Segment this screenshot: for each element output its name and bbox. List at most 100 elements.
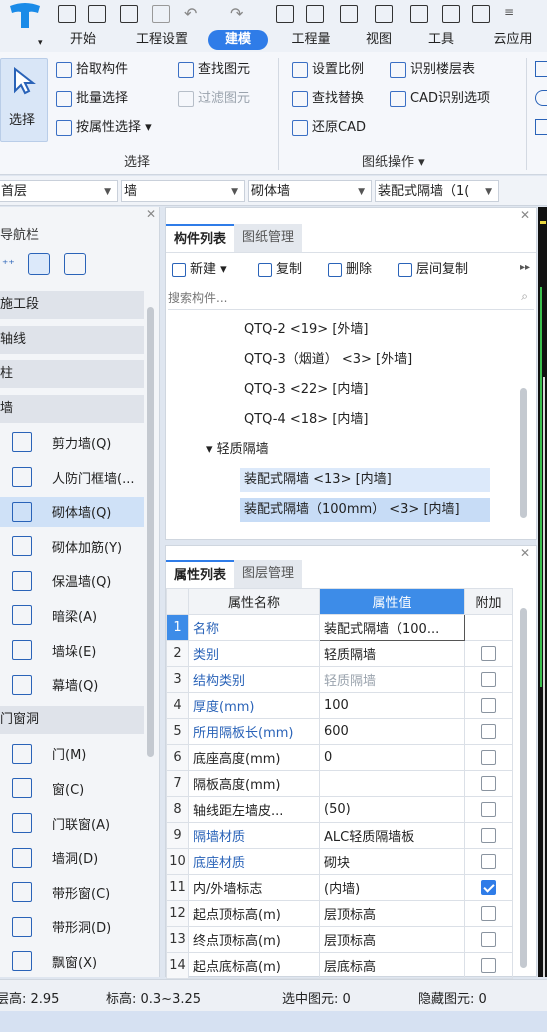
nav-item[interactable]: 窗(C) <box>0 773 144 803</box>
tab-modeling[interactable]: 建模 <box>208 30 268 50</box>
restore-cad-button[interactable]: 还原CAD <box>292 118 366 138</box>
extra-checkbox[interactable] <box>481 672 496 687</box>
property-row[interactable]: 5 所用隔板长(mm) 600 <box>166 718 513 745</box>
group-label-drawing[interactable]: 图纸操作 ▾ <box>362 151 425 170</box>
more-tools-icon[interactable] <box>535 61 547 77</box>
drawing-canvas-edge[interactable] <box>538 207 547 977</box>
close-icon[interactable]: ✕ <box>520 546 530 560</box>
extra-checkbox[interactable] <box>481 776 496 791</box>
nav-category[interactable]: 墙 <box>0 394 144 423</box>
property-row[interactable]: 7 隔板高度(mm) <box>166 770 513 797</box>
extra-checkbox[interactable] <box>481 802 496 817</box>
component-select[interactable]: 装配式隔墙（1(▼ <box>375 180 499 202</box>
nav-category[interactable]: 轴线 <box>0 325 144 354</box>
nav-item[interactable]: 幕墙(Q) <box>0 670 144 700</box>
extra-checkbox[interactable] <box>481 906 496 921</box>
nav-item[interactable]: 墙洞(D) <box>0 843 144 873</box>
copy-button[interactable]: 复制 <box>258 260 302 280</box>
property-row[interactable]: 9 隔墙材质 ALC轻质隔墙板 <box>166 822 513 849</box>
property-value[interactable]: 轻质隔墙 <box>319 640 465 667</box>
property-value[interactable]: 层底标高 <box>319 952 465 979</box>
find-element-button[interactable]: 查找图元 <box>178 60 250 80</box>
extra-checkbox[interactable] <box>481 958 496 973</box>
sum-icon[interactable] <box>276 5 294 23</box>
floor-select[interactable]: 首层 ▼ <box>0 180 118 202</box>
filter-element-button[interactable]: 过滤图元 <box>178 89 250 109</box>
tree-item[interactable]: 装配式隔墙（100mm） <3> [内墙] <box>240 498 490 522</box>
customize-toolbar-icon[interactable]: ≡ <box>504 5 514 19</box>
property-row[interactable]: 1 名称 装配式隔墙（100... <box>166 614 513 641</box>
tab-quantity[interactable]: 工程量 <box>282 30 340 50</box>
tab-property-list[interactable]: 属性列表 <box>166 560 235 588</box>
extra-checkbox[interactable] <box>481 750 496 765</box>
tree-item[interactable]: 装配式隔墙 <13> [内墙] <box>240 468 490 492</box>
nav-category[interactable]: 门窗洞 <box>0 706 144 735</box>
extra-checkbox[interactable] <box>481 724 496 739</box>
extra-checkbox[interactable] <box>481 854 496 869</box>
find-replace-button[interactable]: 查找替换 <box>292 89 364 109</box>
layout-icon[interactable] <box>375 5 393 23</box>
nav-item[interactable]: 保温墙(Q) <box>0 566 144 596</box>
property-value[interactable]: 100 <box>319 692 465 719</box>
new-component-button[interactable]: 新建 ▾ <box>172 260 227 280</box>
print-icon[interactable] <box>152 5 170 23</box>
expand-icon[interactable]: ⁺⁺ <box>2 257 15 271</box>
nav-item[interactable]: 带形窗(C) <box>0 877 144 907</box>
property-value[interactable]: 轻质隔墙 <box>319 666 465 693</box>
tab-component-list[interactable]: 构件列表 <box>166 224 235 252</box>
extra-checkbox[interactable] <box>481 880 496 895</box>
property-value[interactable]: 层顶标高 <box>319 926 465 953</box>
save-icon[interactable] <box>58 5 76 23</box>
nav-item[interactable]: 带形洞(D) <box>0 912 144 942</box>
nav-item[interactable]: 飘窗(X) <box>0 946 144 976</box>
table-icon[interactable] <box>442 5 460 23</box>
close-icon[interactable]: ✕ <box>520 208 530 222</box>
undo-icon[interactable]: ↶ <box>184 4 197 23</box>
property-row[interactable]: 13 终点顶标高(m) 层顶标高 <box>166 926 513 953</box>
new-file-icon[interactable] <box>88 5 106 23</box>
property-row[interactable]: 14 起点底标高(m) 层底标高 <box>166 952 513 979</box>
nav-item[interactable]: 砌体墙(Q) <box>0 496 144 527</box>
property-value[interactable]: 600 <box>319 718 465 745</box>
redo-icon[interactable]: ↷ <box>230 4 243 23</box>
detail-view-icon[interactable] <box>64 253 86 275</box>
nav-item[interactable]: 门联窗(A) <box>0 808 144 838</box>
tree-item[interactable]: QTQ-4 <18> [内墙] <box>244 408 368 432</box>
grid-icon[interactable] <box>340 5 358 23</box>
pick-component-button[interactable]: 拾取构件 <box>56 60 128 80</box>
property-value[interactable]: 砌块 <box>319 848 465 875</box>
property-row[interactable]: 11 内/外墙标志 (内墙) <box>166 874 513 901</box>
nav-item[interactable]: 墙垛(E) <box>0 635 144 665</box>
property-value[interactable]: (内墙) <box>319 874 465 901</box>
search-box[interactable]: ⌕ <box>168 288 534 310</box>
extra-checkbox[interactable] <box>481 828 496 843</box>
extra-checkbox[interactable] <box>481 646 496 661</box>
logo-dropdown-icon[interactable]: ▾ <box>38 38 43 48</box>
tab-cloud-app[interactable]: 云应用 <box>482 30 544 50</box>
extra-checkbox[interactable] <box>481 932 496 947</box>
close-icon[interactable]: ✕ <box>146 207 156 221</box>
tab-start[interactable]: 开始 <box>60 30 106 50</box>
cad-options-button[interactable]: CAD识别选项 <box>390 89 490 109</box>
tab-drawing-management[interactable]: 图纸管理 <box>234 224 303 252</box>
tree-item[interactable]: QTQ-3（烟道） <3> [外墙] <box>244 348 412 372</box>
nav-scrollbar[interactable] <box>147 307 154 757</box>
tab-view[interactable]: 视图 <box>356 30 402 50</box>
set-scale-button[interactable]: 设置比例 <box>292 60 364 80</box>
nav-category[interactable]: 柱 <box>0 360 144 389</box>
list-view-icon[interactable] <box>28 253 50 275</box>
property-value[interactable]: 层顶标高 <box>319 900 465 927</box>
type-select[interactable]: 砌体墙 ▼ <box>248 180 372 202</box>
floor-copy-button[interactable]: 层间复制 <box>398 260 468 280</box>
lock-icon[interactable] <box>535 119 547 135</box>
nav-item[interactable]: 门(M) <box>0 739 144 769</box>
delete-button[interactable]: 删除 <box>328 260 372 280</box>
batch-select-button[interactable]: 批量选择 <box>56 89 128 109</box>
nav-item[interactable]: 暗梁(A) <box>0 600 144 630</box>
nav-item[interactable]: 人防门框墙(... <box>0 462 144 492</box>
property-row[interactable]: 12 起点顶标高(m) 层顶标高 <box>166 900 513 927</box>
search-input[interactable] <box>168 288 498 308</box>
more-tools-icon[interactable] <box>535 90 547 106</box>
tree-group[interactable]: ▾ 轻质隔墙 <box>206 438 269 462</box>
property-row[interactable]: 8 轴线距左墙皮... (50) <box>166 796 513 823</box>
